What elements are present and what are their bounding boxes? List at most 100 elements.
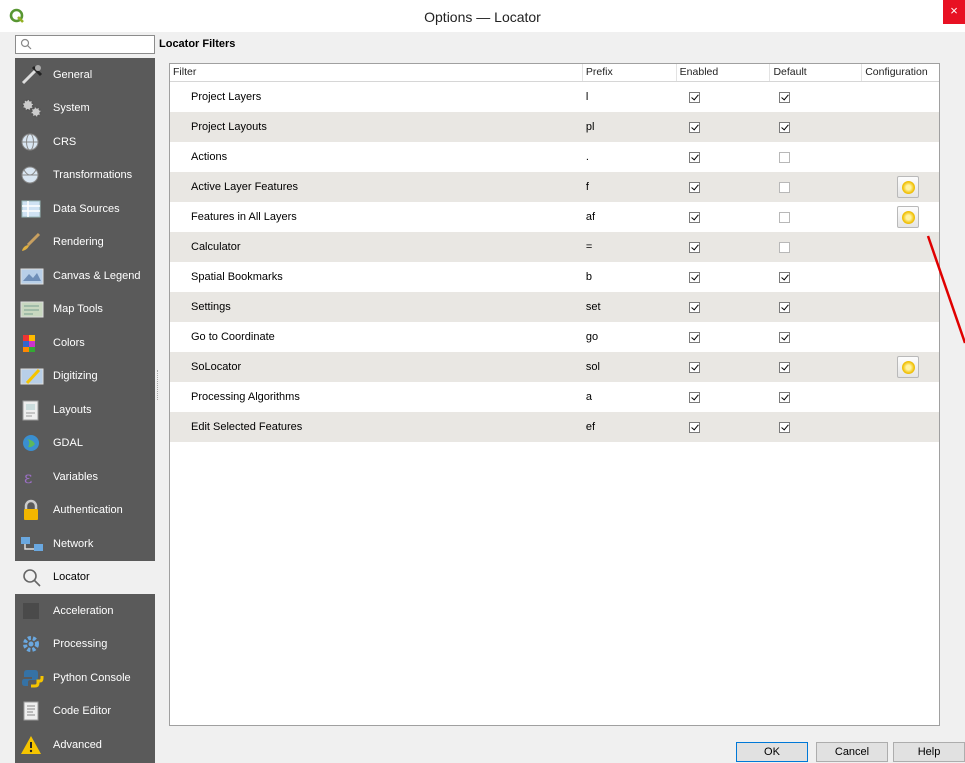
sidebar-item-network[interactable]: Network (15, 527, 155, 561)
prefix-cell[interactable]: go (583, 331, 677, 343)
sidebar-item-map-tools[interactable]: Map Tools (15, 293, 155, 327)
enabled-checkbox[interactable] (688, 331, 700, 343)
prefix-cell[interactable]: . (583, 151, 677, 163)
sidebar-item-acceleration[interactable]: Acceleration (15, 594, 155, 628)
sidebar-item-locator[interactable]: Locator (15, 560, 155, 594)
default-checkbox[interactable] (779, 331, 791, 343)
table-row[interactable]: SoLocator sol (170, 352, 939, 382)
prefix-cell[interactable]: sol (583, 361, 677, 373)
default-cell (770, 241, 862, 253)
enabled-checkbox[interactable] (688, 271, 700, 283)
sidebar-item-layouts[interactable]: Layouts (15, 393, 155, 427)
enabled-cell (677, 211, 771, 223)
prefix-cell[interactable]: a (583, 391, 677, 403)
cancel-button[interactable]: Cancel (816, 742, 888, 762)
default-checkbox[interactable] (779, 421, 791, 433)
enabled-checkbox[interactable] (688, 391, 700, 403)
filter-name-cell: Go to Coordinate (191, 331, 275, 343)
table-row[interactable]: Calculator = (170, 232, 939, 262)
default-checkbox[interactable] (779, 301, 791, 313)
enabled-checkbox[interactable] (688, 361, 700, 373)
default-checkbox[interactable] (779, 361, 791, 373)
prefix-cell[interactable]: b (583, 271, 677, 283)
default-checkbox[interactable] (779, 151, 791, 163)
prefix-cell[interactable]: = (583, 241, 677, 253)
table-row[interactable]: Project Layouts pl (170, 112, 939, 142)
configure-filter-button[interactable] (897, 356, 920, 378)
sidebar-item-label: Python Console (53, 671, 131, 684)
sidebar-item-processing[interactable]: Processing (15, 628, 155, 662)
sidebar-item-code-editor[interactable]: Code Editor (15, 695, 155, 729)
enabled-checkbox[interactable] (688, 421, 700, 433)
enabled-checkbox[interactable] (688, 301, 700, 313)
default-cell (770, 421, 862, 433)
sidebar-item-advanced[interactable]: Advanced (15, 728, 155, 762)
default-checkbox[interactable] (779, 391, 791, 403)
default-cell (770, 121, 862, 133)
table-row[interactable]: Processing Algorithms a (170, 382, 939, 412)
sidebar-item-crs[interactable]: CRS (15, 125, 155, 159)
sidebar-item-label: Digitizing (53, 370, 98, 383)
map-tools-icon (20, 301, 44, 318)
table-row[interactable]: Edit Selected Features ef (170, 412, 939, 442)
default-checkbox[interactable] (779, 271, 791, 283)
sidebar-item-general[interactable]: General (15, 58, 155, 92)
close-button[interactable]: × (943, 0, 965, 24)
sidebar-item-rendering[interactable]: Rendering (15, 226, 155, 260)
prefix-cell[interactable]: l (583, 91, 677, 103)
column-header-default[interactable]: Default (770, 64, 863, 81)
sidebar-item-system[interactable]: System (15, 92, 155, 126)
sidebar-item-data-sources[interactable]: Data Sources (15, 192, 155, 226)
ok-button[interactable]: OK (736, 742, 808, 762)
prefix-cell[interactable]: set (583, 301, 677, 313)
sidebar-item-label: Authentication (53, 504, 123, 517)
table-row[interactable]: Features in All Layers af (170, 202, 939, 232)
configure-filter-button[interactable] (897, 176, 920, 198)
table-row[interactable]: Spatial Bookmarks b (170, 262, 939, 292)
table-row[interactable]: Project Layers l (170, 82, 939, 112)
sidebar-item-authentication[interactable]: Authentication (15, 494, 155, 528)
default-checkbox[interactable] (779, 241, 791, 253)
panel-splitter-handle[interactable] (157, 370, 159, 400)
column-header-configuration[interactable]: Configuration (862, 64, 939, 81)
table-row[interactable]: Active Layer Features f (170, 172, 939, 202)
sidebar-item-transformations[interactable]: Transformations (15, 159, 155, 193)
globe-icon (21, 133, 39, 151)
default-cell (770, 361, 862, 373)
default-checkbox[interactable] (779, 181, 791, 193)
sidebar-item-python-console[interactable]: Python Console (15, 661, 155, 695)
enabled-checkbox[interactable] (688, 211, 700, 223)
table-row[interactable]: Actions. (170, 142, 939, 172)
prefix-cell[interactable]: pl (583, 121, 677, 133)
sidebar-item-canvas-legend[interactable]: Canvas & Legend (15, 259, 155, 293)
column-header-enabled[interactable]: Enabled (677, 64, 771, 81)
default-checkbox[interactable] (779, 91, 791, 103)
gdal-globe-icon (23, 435, 39, 452)
configure-filter-button[interactable] (897, 206, 920, 228)
column-header-prefix[interactable]: Prefix (583, 64, 677, 81)
enabled-cell (677, 181, 771, 193)
column-header-filter[interactable]: Filter (170, 64, 583, 81)
sidebar-item-label: Layouts (53, 403, 92, 416)
default-checkbox[interactable] (779, 211, 791, 223)
prefix-cell[interactable]: af (583, 211, 677, 223)
prefix-cell[interactable]: ef (583, 421, 677, 433)
filter-name-cell: Active Layer Features (191, 181, 298, 193)
sidebar-item-digitizing[interactable]: Digitizing (15, 360, 155, 394)
warning-icon (21, 735, 41, 754)
enabled-checkbox[interactable] (688, 181, 700, 193)
sidebar-item-colors[interactable]: Colors (15, 326, 155, 360)
table-row[interactable]: Go to Coordinate go (170, 322, 939, 352)
enabled-checkbox[interactable] (688, 91, 700, 103)
prefix-cell[interactable]: f (583, 181, 677, 193)
enabled-checkbox[interactable] (688, 121, 700, 133)
canvas-icon (20, 268, 44, 285)
enabled-checkbox[interactable] (688, 151, 700, 163)
enabled-checkbox[interactable] (688, 241, 700, 253)
sidebar-search-input[interactable] (15, 35, 155, 54)
help-button[interactable]: Help (893, 742, 965, 762)
sidebar-item-gdal[interactable]: GDAL (15, 427, 155, 461)
default-checkbox[interactable] (779, 121, 791, 133)
sidebar-item-variables[interactable]: ε Variables (15, 460, 155, 494)
table-row[interactable]: Settings set (170, 292, 939, 322)
